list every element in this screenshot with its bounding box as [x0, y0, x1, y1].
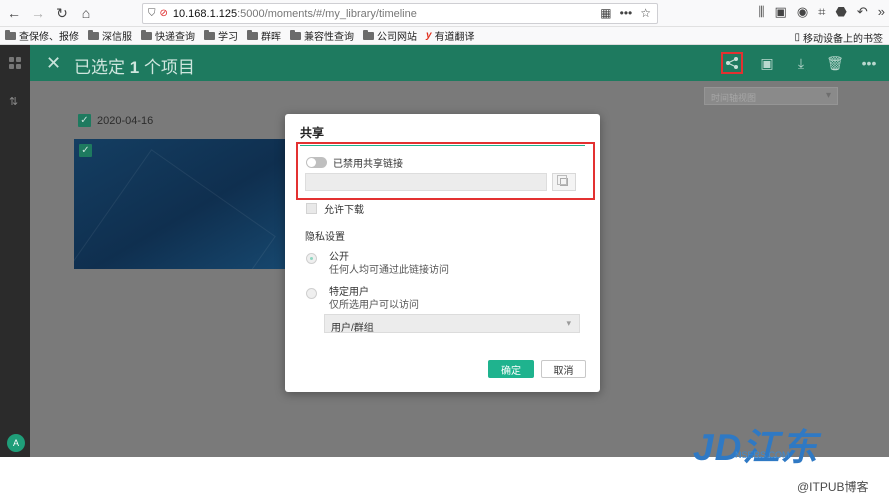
share-link-field[interactable] — [305, 173, 547, 191]
qr-code-icon[interactable]: ▦ — [600, 6, 611, 20]
folder-icon — [5, 29, 16, 40]
back-icon[interactable]: ← — [4, 3, 24, 23]
phone-icon: ▯ — [794, 32, 800, 43]
bookmark-folder[interactable]: 兼容性查询 — [290, 28, 354, 43]
toggle-label: 已禁用共享链接 — [333, 159, 403, 170]
add-to-album-icon[interactable]: ▣ — [757, 53, 777, 73]
jd-watermark-sub: NSERS.COM — [735, 450, 790, 460]
sidebar-icon[interactable]: ▣ — [775, 4, 787, 20]
close-icon[interactable]: ✕ — [46, 53, 61, 74]
allow-download-label: 允许下载 — [324, 205, 364, 216]
address-bar[interactable]: ⛉ ⊘ 10.168.1.125:5000/moments/#/my_libra… — [142, 3, 658, 24]
bookmark-folder[interactable]: 查保修、报修 — [5, 28, 79, 43]
option-specific-users[interactable]: 特定用户 仅所选用户可以访问 — [306, 286, 419, 312]
user-group-select[interactable]: 用户/群组 ▾ — [324, 314, 580, 334]
copy-icon — [557, 175, 568, 186]
extension-icon[interactable]: ⬣ — [836, 4, 847, 20]
public-title: 公开 — [329, 252, 349, 263]
apps-grid-icon[interactable] — [9, 57, 21, 69]
sort-icon[interactable]: ⇅ — [9, 95, 21, 108]
folder-icon — [290, 29, 301, 40]
avatar[interactable]: A — [7, 434, 25, 452]
more-icon[interactable]: ••• — [859, 53, 879, 73]
bookmarks-bar: 查保修、报修 深信服 快递查询 学习 群晖 兼容性查询 公司网站 y 有道翻译 ▯… — [0, 27, 889, 45]
home-icon[interactable]: ⌂ — [76, 3, 96, 23]
library-icon[interactable]: ⫼ — [759, 4, 765, 20]
bookmark-folder[interactable]: 公司网站 — [363, 28, 417, 43]
allow-download-row: 允许下载 — [306, 201, 364, 216]
specific-users-desc: 仅所选用户可以访问 — [329, 300, 419, 311]
bookmark-folder[interactable]: 深信服 — [88, 28, 132, 43]
chevron-down-icon: ▾ — [566, 318, 571, 328]
forward-icon[interactable]: → — [28, 3, 48, 23]
date-label: 2020-04-16 — [97, 114, 154, 127]
url-host: 10.168.1.125 — [172, 7, 238, 20]
confirm-button[interactable]: 确定 — [488, 360, 534, 378]
mobile-bookmarks[interactable]: ▯ 移动设备上的书签 — [794, 30, 883, 45]
share-icon[interactable] — [721, 52, 743, 74]
reload-icon[interactable]: ↻ — [52, 3, 72, 23]
side-rail: ⇅ A — [0, 45, 30, 457]
selection-toolbar: ✕ 已选定 1 个项目 ▣ ⤓ 🗑 ••• — [30, 45, 889, 81]
itpub-watermark: @ITPUB博客 — [797, 480, 869, 494]
shield-icon[interactable]: ⛉ — [148, 8, 156, 19]
cancel-button[interactable]: 取消 — [541, 360, 586, 378]
browser-toolbar: ← → ↻ ⌂ ⛉ ⊘ 10.168.1.125:5000/moments/#/… — [0, 0, 889, 27]
public-radio[interactable] — [306, 253, 317, 264]
youdao-icon: y — [426, 30, 432, 41]
date-checkbox[interactable]: ✓ — [78, 114, 91, 127]
download-icon[interactable]: ⤓ — [791, 53, 811, 73]
share-dialog: 共享 已禁用共享链接 允许下载 隐私设置 公开 任何人均可通过此链接访问 特定用… — [285, 114, 600, 392]
folder-icon — [141, 29, 152, 40]
star-icon[interactable]: ☆ — [640, 6, 651, 20]
url-path: :5000/moments/#/my_library/timeline — [237, 7, 417, 20]
folder-icon — [88, 29, 99, 40]
option-public[interactable]: 公开 任何人均可通过此链接访问 — [306, 251, 449, 277]
date-group-header: ✓ 2020-04-16 — [78, 114, 153, 127]
folder-icon — [247, 29, 258, 40]
photo-thumbnail[interactable]: ✓ — [74, 139, 290, 269]
view-select[interactable]: 时间轴视图 — [704, 87, 838, 105]
share-link-toggle-row: 已禁用共享链接 — [306, 155, 403, 170]
photo-checkbox[interactable]: ✓ — [79, 144, 92, 157]
undo-icon[interactable]: ↶ — [857, 4, 868, 20]
copy-button[interactable] — [552, 173, 576, 191]
folder-icon — [363, 29, 374, 40]
allow-download-checkbox[interactable] — [306, 203, 317, 214]
screenshot-icon[interactable]: ⌗ — [818, 4, 825, 20]
dialog-title: 共享 — [300, 126, 325, 140]
selection-title: 已选定 1 个项目 — [74, 58, 195, 77]
bookmark-folder[interactable]: 群晖 — [247, 28, 281, 43]
folder-icon — [204, 29, 215, 40]
bookmark-folder[interactable]: 学习 — [204, 28, 238, 43]
public-desc: 任何人均可通过此链接访问 — [329, 265, 449, 276]
overflow-icon[interactable]: » — [878, 4, 885, 20]
share-link-toggle[interactable] — [306, 157, 327, 168]
highlight-box — [296, 142, 595, 200]
jd-watermark: JD江东 — [693, 427, 819, 468]
insecure-lock-icon[interactable]: ⊘ — [160, 8, 168, 19]
delete-icon[interactable]: 🗑 — [825, 53, 845, 73]
account-icon[interactable]: ◉ — [797, 4, 808, 20]
privacy-heading: 隐私设置 — [305, 232, 345, 243]
bookmark-folder[interactable]: 快递查询 — [141, 28, 195, 43]
specific-users-radio[interactable] — [306, 288, 317, 299]
specific-users-title: 特定用户 — [329, 287, 369, 298]
more-actions-icon[interactable]: ••• — [620, 6, 633, 20]
bookmark-youdao[interactable]: y 有道翻译 — [426, 28, 475, 43]
